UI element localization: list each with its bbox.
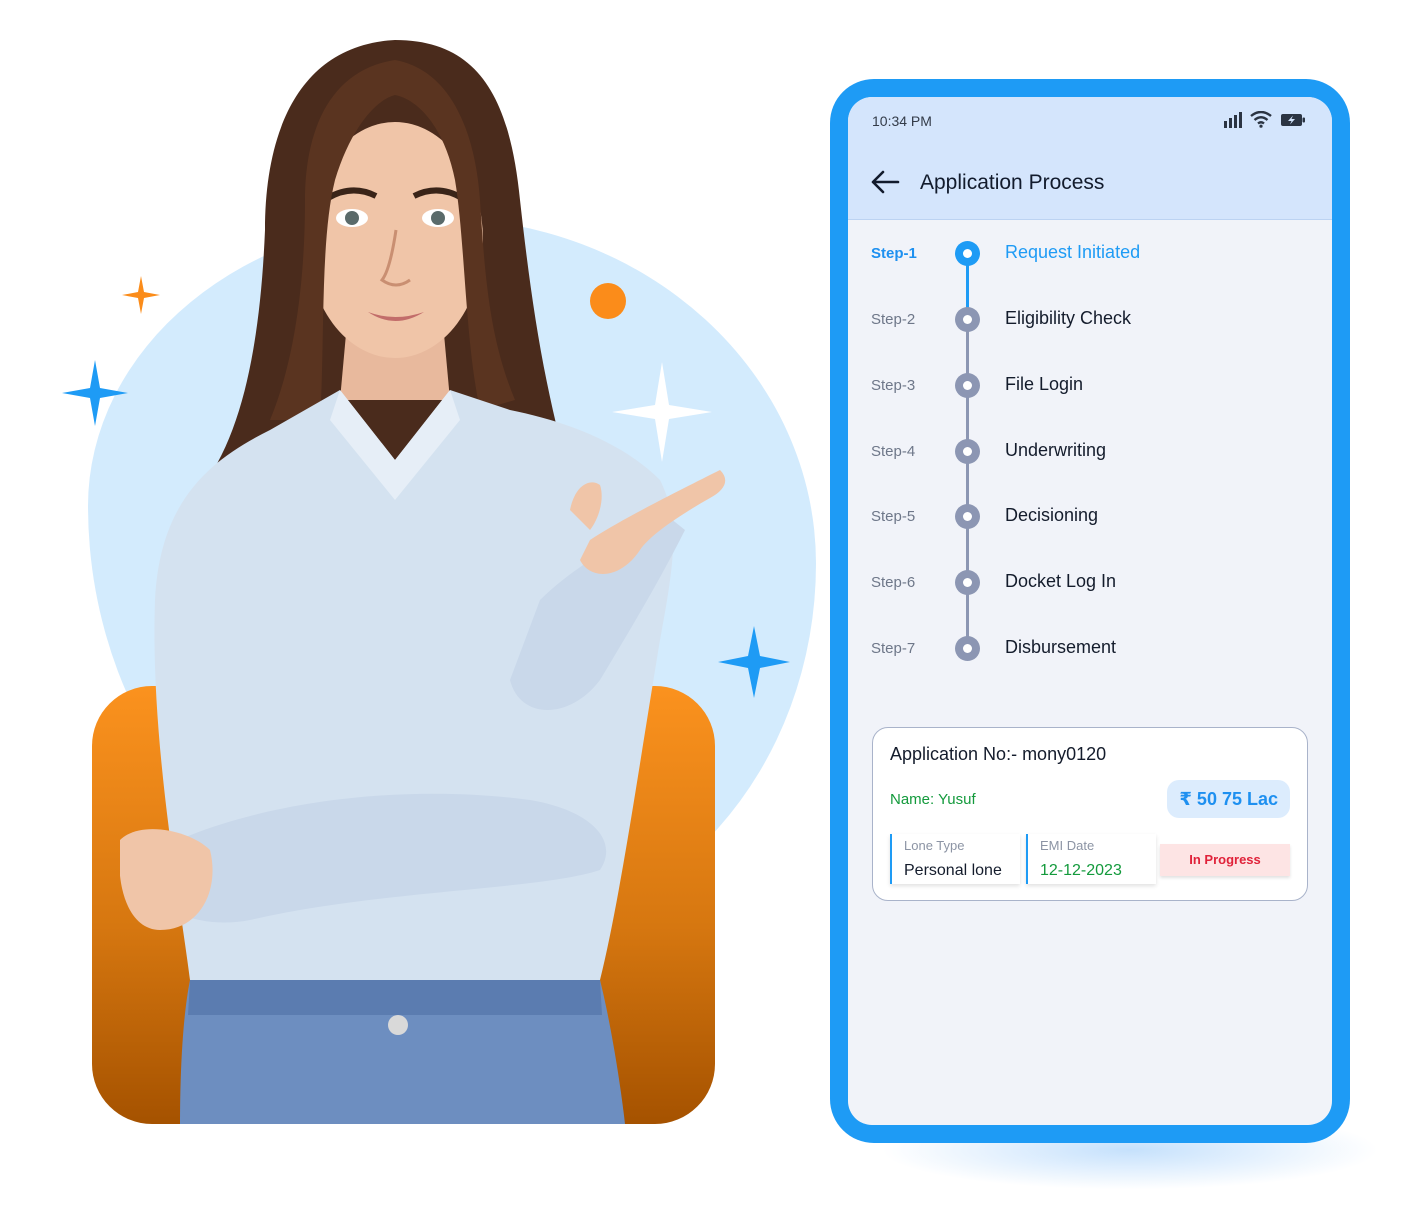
hero-illustration	[0, 0, 820, 1226]
step-name: Eligibility Check	[1005, 308, 1132, 328]
wifi-icon	[1250, 111, 1272, 128]
step-name: Disbursement	[1005, 637, 1117, 657]
step-node-icon	[955, 636, 980, 661]
step-node-icon	[955, 373, 980, 398]
application-card[interactable]: Application No:- mony0120 Name: Yusuf ₹ …	[872, 727, 1308, 901]
step-node-icon	[955, 439, 980, 464]
step-number: Step-6	[871, 574, 916, 591]
app-bar: 10:34 PM Application Process	[848, 97, 1332, 220]
signal-icon	[1224, 111, 1242, 128]
step-name: File Login	[1005, 374, 1084, 394]
step-node-icon	[955, 504, 980, 529]
step-number: Step-7	[871, 640, 916, 657]
timeline-step-4[interactable]: Step-4 Underwriting	[848, 433, 1332, 473]
step-node-icon	[955, 307, 980, 332]
emi-date-label: EMI Date	[1040, 838, 1095, 853]
blue-sparkle-icon	[62, 360, 128, 426]
step-number: Step-4	[871, 443, 916, 460]
step-number: Step-5	[871, 508, 916, 525]
loan-type-box: Lone Type Personal lone	[890, 834, 1020, 884]
step-node-icon	[955, 570, 980, 595]
application-timeline: Step-1 Request Initiated Step-2 Eligibil…	[848, 219, 1332, 699]
loan-type-value: Personal lone	[904, 862, 1002, 879]
step-node-icon	[955, 241, 980, 266]
step-number: Step-1	[871, 245, 917, 262]
step-name: Decisioning	[1005, 505, 1099, 525]
page-title: Application Process	[920, 171, 1105, 194]
emi-date-value: 12-12-2023	[1040, 862, 1122, 879]
status-icons	[1224, 111, 1306, 128]
timeline-step-7[interactable]: Step-7 Disbursement	[848, 630, 1332, 670]
status-badge: In Progress	[1160, 844, 1290, 876]
step-number: Step-3	[871, 377, 916, 394]
phone-screen: 10:34 PM Application Process Step-1 Requ…	[848, 97, 1332, 1125]
step-name: Underwriting	[1005, 440, 1107, 460]
arrow-left-icon[interactable]	[870, 169, 900, 195]
status-time: 10:34 PM	[872, 113, 932, 129]
phone-frame: 10:34 PM Application Process Step-1 Requ…	[830, 79, 1350, 1143]
woman-pointing-illustration	[120, 40, 726, 1124]
loan-amount-badge: ₹ 50 75 Lac	[1167, 780, 1290, 818]
timeline-step-2[interactable]: Step-2 Eligibility Check	[848, 301, 1332, 341]
application-number: Application No:- mony0120	[890, 744, 1107, 764]
loan-type-label: Lone Type	[904, 838, 965, 853]
step-name: Request Initiated	[1005, 242, 1141, 262]
battery-charging-icon	[1281, 113, 1305, 126]
emi-date-box: EMI Date 12-12-2023	[1026, 834, 1156, 884]
timeline-step-3[interactable]: Step-3 File Login	[848, 367, 1332, 407]
timeline-step-5[interactable]: Step-5 Decisioning	[848, 498, 1332, 538]
applicant-name: Name: Yusuf	[890, 791, 976, 808]
timeline-step-1[interactable]: Step-1 Request Initiated	[848, 235, 1332, 275]
step-number: Step-2	[871, 311, 916, 328]
step-name: Docket Log In	[1005, 571, 1117, 591]
timeline-step-6[interactable]: Step-6 Docket Log In	[848, 564, 1332, 604]
